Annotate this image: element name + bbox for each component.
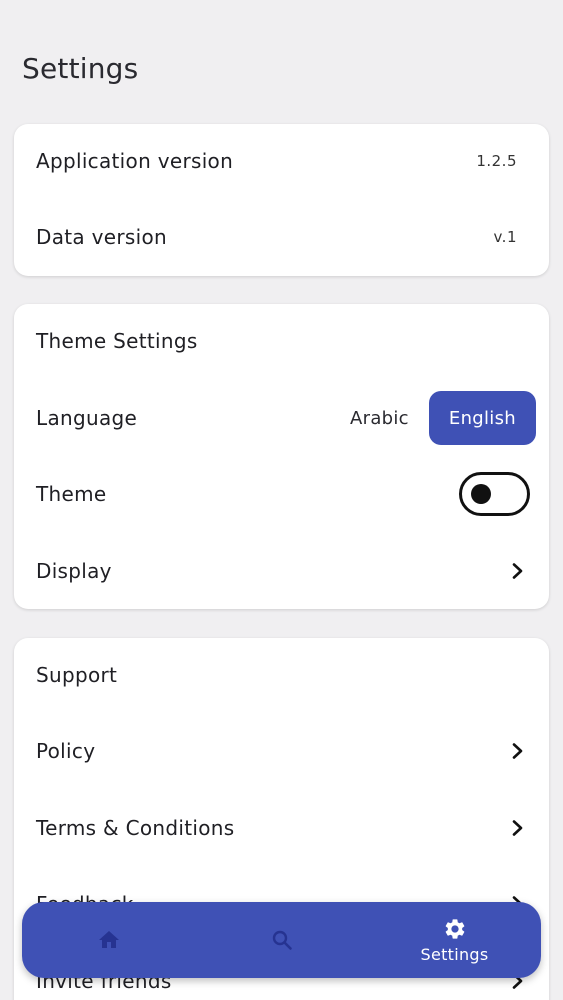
language-row: Language Arabic English [14, 391, 549, 445]
search-icon [272, 930, 292, 950]
theme-toggle[interactable] [459, 472, 530, 516]
theme-settings-card: Theme Settings Language Arabic English T… [14, 304, 549, 609]
bottom-navigation-bar: Settings [22, 902, 541, 978]
language-label: Language [36, 406, 138, 430]
nav-item-home[interactable] [22, 902, 195, 978]
theme-settings-header-row: Theme Settings [14, 321, 549, 361]
home-icon [98, 931, 119, 948]
settings-screen: Settings Application version 1.2.5 Data … [0, 0, 563, 1000]
toggle-knob [471, 484, 491, 504]
data-version-value: v.1 [493, 228, 517, 246]
nav-item-search[interactable] [195, 902, 368, 978]
support-item-policy[interactable]: Policy [14, 731, 549, 771]
app-version-row: Application version 1.2.5 [14, 141, 549, 181]
about-card: Application version 1.2.5 Data version v… [14, 124, 549, 276]
theme-row: Theme [14, 472, 549, 516]
chevron-right-icon [509, 562, 527, 580]
page-title: Settings [22, 52, 139, 85]
support-item-label: Policy [36, 739, 96, 763]
nav-item-label: Settings [420, 944, 489, 964]
support-item-terms[interactable]: Terms & Conditions [14, 808, 549, 848]
theme-settings-header: Theme Settings [36, 329, 198, 353]
app-version-label: Application version [36, 149, 234, 173]
support-header-row: Support [14, 655, 549, 695]
support-header: Support [36, 663, 118, 687]
display-row[interactable]: Display [14, 551, 549, 591]
language-option-arabic[interactable]: Arabic [330, 391, 429, 445]
app-version-value: 1.2.5 [476, 152, 517, 170]
data-version-row: Data version v.1 [14, 217, 549, 257]
data-version-label: Data version [36, 225, 167, 249]
gear-icon [445, 918, 464, 939]
chevron-right-icon [509, 819, 527, 837]
language-option-english[interactable]: English [428, 391, 536, 445]
chevron-right-icon [509, 742, 527, 760]
nav-item-settings[interactable]: Settings [368, 902, 541, 978]
display-label: Display [36, 559, 112, 583]
support-item-label: Terms & Conditions [36, 816, 235, 840]
theme-label: Theme [36, 482, 107, 506]
language-selector: Arabic English [330, 391, 536, 445]
